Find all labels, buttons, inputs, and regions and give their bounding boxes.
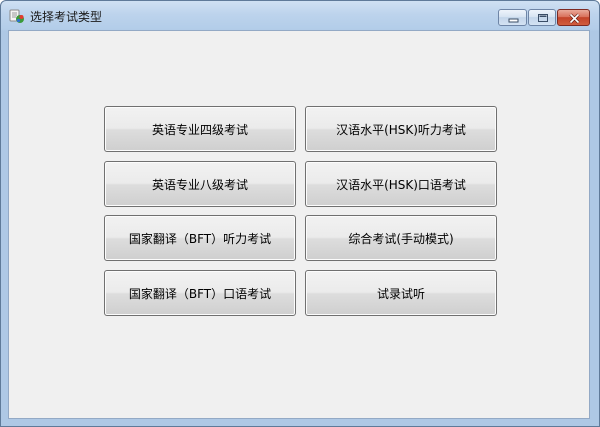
minimize-button[interactable] [498,9,527,26]
record-playback-test-button[interactable]: 试录试听 [305,270,497,316]
cet4-english-exam-button[interactable]: 英语专业四级考试 [104,106,296,152]
close-icon [569,13,580,24]
minimize-icon [508,18,519,23]
maximize-button[interactable] [528,9,556,26]
bft-oral-exam-button[interactable]: 国家翻译（BFT）口语考试 [104,270,296,316]
comprehensive-manual-exam-button[interactable]: 综合考试(手动模式) [305,215,497,261]
hsk-oral-exam-button[interactable]: 汉语水平(HSK)口语考试 [305,161,497,207]
bft-listening-exam-button[interactable]: 国家翻译（BFT）听力考试 [104,215,296,261]
window-title: 选择考试类型 [30,10,103,24]
app-logo-icon [9,8,25,24]
tem8-english-exam-button[interactable]: 英语专业八级考试 [104,161,296,207]
app-window: 选择考试类型 英语专业四级考试 汉语水平(HSK)听力考试 英语专业八级考试 汉… [0,0,600,427]
maximize-icon [538,14,548,22]
hsk-listening-exam-button[interactable]: 汉语水平(HSK)听力考试 [305,106,497,152]
client-area: 英语专业四级考试 汉语水平(HSK)听力考试 英语专业八级考试 汉语水平(HSK… [8,30,590,419]
title-bar[interactable]: 选择考试类型 [1,1,599,30]
close-button[interactable] [557,9,590,26]
